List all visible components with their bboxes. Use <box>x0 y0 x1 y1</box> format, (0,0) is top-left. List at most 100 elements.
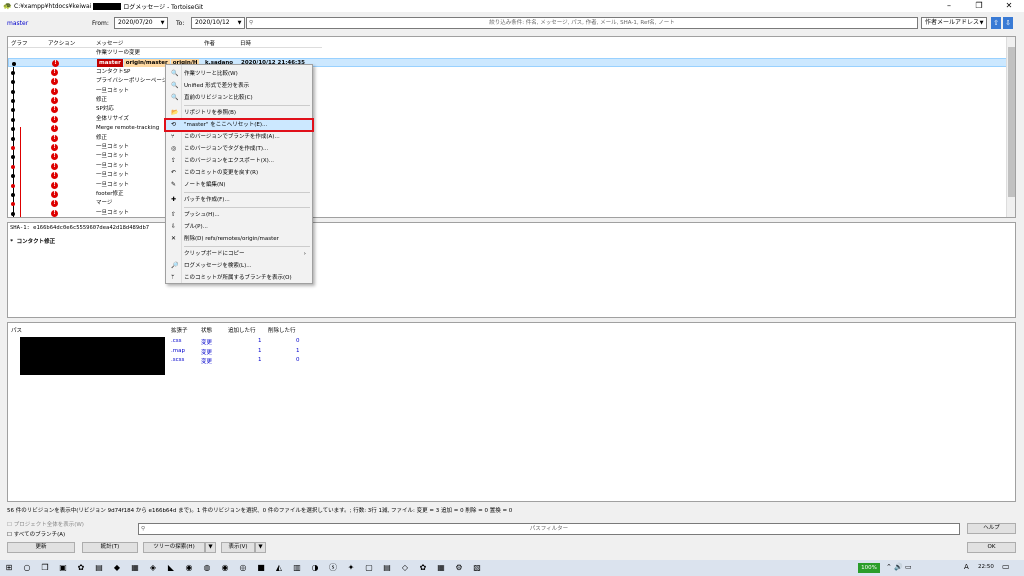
chrome-icon[interactable]: ◉ <box>218 562 232 574</box>
search-input[interactable]: ⚲ 絞り込み条件: 件名, メッセージ, パス, 作者, メール, SHA-1, … <box>246 17 918 29</box>
file-deleted[interactable]: 1 <box>296 348 300 354</box>
app-icon[interactable]: ✦ <box>344 562 358 574</box>
commit-row[interactable]: ! 修正 <box>8 96 1008 105</box>
all-branches-checkbox[interactable]: ☐ すべてのブランチ(A) <box>7 530 65 538</box>
stats-button[interactable]: 統計(T) <box>82 542 138 553</box>
close-icon[interactable]: ✕ <box>994 0 1024 12</box>
col-path[interactable]: パス <box>11 326 22 334</box>
file-ext[interactable]: .scss <box>171 357 184 363</box>
app-icon[interactable]: ◈ <box>146 562 160 574</box>
chevron-down-icon[interactable]: ▼ <box>158 18 167 28</box>
taskview-icon[interactable]: ❒ <box>38 562 52 574</box>
commit-row[interactable]: 作業ツリーの変更 <box>8 49 1008 58</box>
app-icon[interactable]: ◎ <box>236 562 250 574</box>
arrow-up-icon[interactable]: ⇧ <box>991 17 1001 29</box>
arrow-down-icon[interactable]: ⇩ <box>1003 17 1013 29</box>
menu-item[interactable]: ⇧ プッシュ(H)... <box>166 210 312 220</box>
app-icon[interactable]: ◍ <box>200 562 214 574</box>
windows-icon[interactable]: ⊞ <box>2 562 16 574</box>
commit-row[interactable]: ! SP対応 <box>8 105 1008 114</box>
whole-project-checkbox[interactable]: ☐ プロジェクト全体を表示(W) <box>7 520 84 528</box>
menu-item[interactable]: クリップボードにコピー › <box>166 249 312 259</box>
commit-row[interactable]: !k.sadano2020/10/12 21:46:35masterorigin… <box>8 58 1008 68</box>
menu-item[interactable]: ✎ ノートを編集(N) <box>166 180 312 190</box>
help-button[interactable]: ヘルプ <box>967 523 1016 534</box>
commit-row[interactable]: ! footer修正 <box>8 190 1008 199</box>
file-ext[interactable]: .map <box>171 348 185 354</box>
app-icon[interactable]: ▦ <box>434 562 448 574</box>
commit-row[interactable]: ! プライバシーポリシーページSP <box>8 77 1008 86</box>
path-filter-input[interactable]: ⚲ パスフィルター <box>138 523 960 535</box>
search-field-select[interactable]: 作者メールアドレス ▼ <box>921 17 987 29</box>
col-action[interactable]: アクション <box>48 39 75 47</box>
file-status[interactable]: 変更 <box>201 357 212 365</box>
commit-row[interactable]: ! マージ <box>8 199 1008 208</box>
app-icon[interactable]: ▥ <box>290 562 304 574</box>
app-icon[interactable]: ◭ <box>272 562 286 574</box>
gear-icon[interactable]: ⚙ <box>452 562 466 574</box>
commit-row[interactable]: ! Merge remote-tracking <box>8 124 1008 133</box>
ime-indicator[interactable]: A <box>964 563 969 571</box>
view-dropdown[interactable]: ▼ <box>255 542 266 553</box>
file-added[interactable]: 1 <box>258 348 262 354</box>
chevron-down-icon[interactable]: ▼ <box>977 18 986 28</box>
from-date-picker[interactable]: 2020/07/20 ▼ <box>114 17 168 29</box>
app-icon[interactable]: ▦ <box>128 562 142 574</box>
line-icon[interactable]: ▢ <box>362 562 376 574</box>
commit-row[interactable]: ! 修正 <box>8 134 1008 143</box>
commit-row[interactable]: ! 一旦コミット <box>8 209 1008 217</box>
menu-item[interactable]: 🔍 作業ツリーと比較(W) <box>166 69 312 79</box>
file-deleted[interactable]: 0 <box>296 338 300 344</box>
refresh-button[interactable]: 更新 <box>7 542 75 553</box>
app-icon[interactable]: ▧ <box>470 562 484 574</box>
menu-item[interactable]: ✚ パッチを作成(F)... <box>166 195 312 205</box>
menu-item[interactable]: ✕ 削除(D) refs/remotes/origin/master <box>166 234 312 244</box>
maximize-icon[interactable]: ❐ <box>964 0 994 12</box>
app-icon[interactable]: ◆ <box>110 562 124 574</box>
scrollbar[interactable] <box>1006 37 1015 217</box>
battery-badge[interactable]: 100% <box>858 563 880 573</box>
file-added[interactable]: 1 <box>258 357 262 363</box>
search-icon[interactable]: ○ <box>20 562 34 574</box>
file-status[interactable]: 変更 <box>201 348 212 356</box>
ok-button[interactable]: OK <box>967 542 1016 553</box>
menu-item[interactable]: ◎ このバージョンでタグを作成(T)... <box>166 144 312 154</box>
commit-row[interactable]: ! 一旦コミット <box>8 162 1008 171</box>
col-ext[interactable]: 拡張子 <box>171 326 188 334</box>
minimize-icon[interactable]: – <box>934 0 964 12</box>
chrome-icon[interactable]: ◉ <box>182 562 196 574</box>
file-deleted[interactable]: 0 <box>296 357 300 363</box>
branch-link[interactable]: master <box>7 20 28 27</box>
commit-row[interactable]: ! 一旦コミット <box>8 181 1008 190</box>
menu-item[interactable]: 🔍 Unified 形式で差分を表示 <box>166 81 312 91</box>
view-button[interactable]: 表示(V) <box>221 542 255 553</box>
app-icon[interactable]: ◇ <box>398 562 412 574</box>
commit-list[interactable]: グラフ アクション メッセージ 作者 日時 作業ツリーの変更 !k.sadano2… <box>7 36 1016 218</box>
tray-icons[interactable]: ⌃ 🔊 ▭ <box>886 563 912 571</box>
scroll-thumb[interactable] <box>1008 47 1015 197</box>
menu-item[interactable]: 🔍 直前のリビジョンと比較(C) <box>166 93 312 103</box>
file-status[interactable]: 変更 <box>201 338 212 346</box>
menu-item[interactable]: 🔎 ログメッセージを検索(L)... <box>166 261 312 271</box>
commit-row[interactable]: ! 一旦コミット <box>8 152 1008 161</box>
commit-row[interactable]: ! 全体リサイズ <box>8 115 1008 124</box>
commit-row[interactable]: ! 一旦コミット <box>8 143 1008 152</box>
vscode-icon[interactable]: ◣ <box>164 562 178 574</box>
col-date[interactable]: 日時 <box>240 39 251 47</box>
chevron-down-icon[interactable]: ▼ <box>235 18 244 28</box>
tree-button[interactable]: ツリーの探索(H) <box>143 542 205 553</box>
notification-icon[interactable]: ▭ <box>1002 562 1010 571</box>
menu-item[interactable]: ⟲ "master" をここへリセット(E)... <box>164 118 314 132</box>
commit-row[interactable]: ! コンタクトSP <box>8 68 1008 77</box>
app-icon[interactable]: ✿ <box>74 562 88 574</box>
col-status[interactable]: 状態 <box>201 326 212 334</box>
file-added[interactable]: 1 <box>258 338 262 344</box>
menu-item[interactable]: ↶ このコミットの変更を戻す(R) <box>166 168 312 178</box>
skype-icon[interactable]: ⓢ <box>326 562 340 574</box>
app-icon[interactable]: ▤ <box>380 562 394 574</box>
app-icon[interactable]: ◑ <box>308 562 322 574</box>
folder-icon[interactable]: ▤ <box>92 562 106 574</box>
col-author[interactable]: 作者 <box>204 39 215 47</box>
menu-item[interactable]: ⇩ プル(P)... <box>166 222 312 232</box>
col-graph[interactable]: グラフ <box>11 39 28 47</box>
